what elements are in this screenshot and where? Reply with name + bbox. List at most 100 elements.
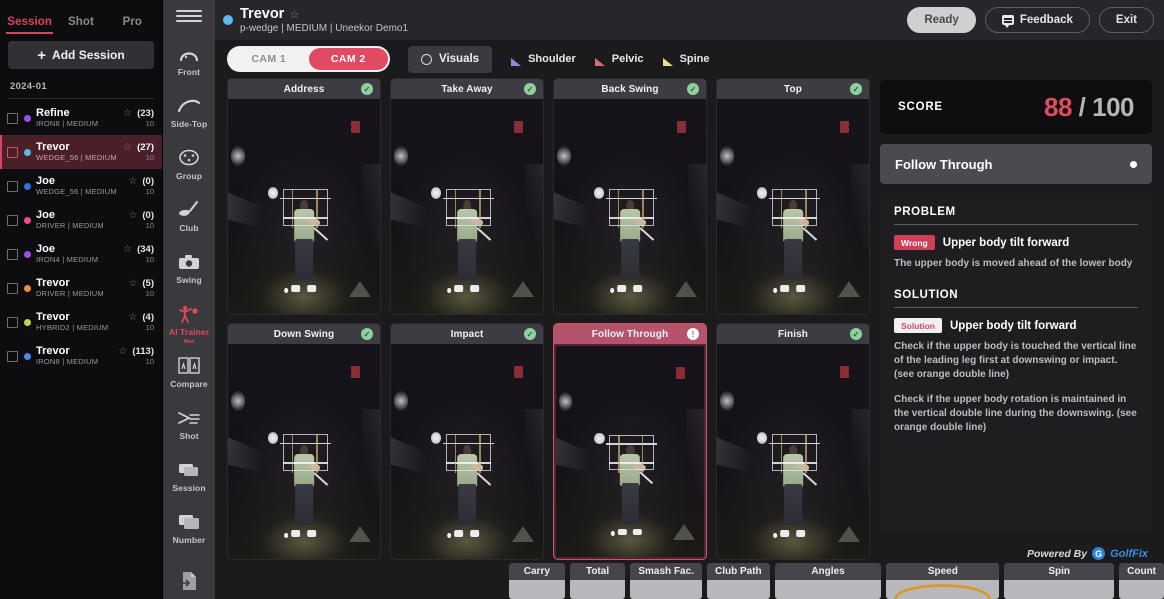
session-checkbox[interactable] <box>7 350 18 362</box>
session-checkbox[interactable] <box>7 146 18 158</box>
rail-item-side-top[interactable]: Side-Top <box>163 86 215 138</box>
rail-label-ai-trainer: AI Trainer <box>168 326 210 337</box>
session-list-item[interactable]: Trevor DRIVER | MEDIUM ☆ (5) 10 <box>0 271 162 305</box>
swing-frame[interactable]: Finish ✓ <box>716 323 870 560</box>
swing-frame-body[interactable] <box>717 99 869 314</box>
visuals-button[interactable]: Visuals <box>408 45 493 73</box>
swing-overlay-lines <box>228 99 380 314</box>
session-star-icon[interactable]: ☆ <box>123 244 132 255</box>
swing-video-scene <box>391 99 543 314</box>
camera-option-cam2[interactable]: CAM 2 <box>308 48 388 70</box>
session-club-info: IRON4 | MEDIUM <box>36 255 99 264</box>
swing-frame-body[interactable] <box>391 344 543 559</box>
rail-item-club[interactable]: Club <box>163 190 215 242</box>
session-checkbox[interactable] <box>7 248 18 260</box>
hamburger-menu-icon[interactable] <box>176 6 202 26</box>
stats-bar: Carry Total Smash Fac. Club Path Angles Speed… <box>215 560 1164 599</box>
session-star-icon[interactable]: ☆ <box>123 142 132 153</box>
session-list-item[interactable]: Trevor HYBRID2 | MEDIUM ☆ (4) 10 <box>0 305 162 339</box>
swing-frame-body[interactable] <box>717 344 869 559</box>
session-list-item[interactable]: Trevor WEDGE_56 | MEDIUM ☆ (27) 10 <box>0 135 162 169</box>
add-session-button[interactable]: + Add Session <box>8 41 154 69</box>
overlay-shoulder-line <box>768 442 821 445</box>
stat-column[interactable]: Speed <box>886 563 1000 599</box>
session-checkbox[interactable] <box>7 282 18 294</box>
rail-item-front[interactable]: Front <box>163 34 215 86</box>
session-meta: ☆ (5) 10 <box>128 278 154 298</box>
rail-item-group[interactable]: Group <box>163 138 215 190</box>
stat-column[interactable]: Count <box>1119 563 1164 599</box>
angle-toggle-shoulder[interactable]: Shoulder <box>510 53 576 66</box>
session-star-icon[interactable]: ☆ <box>128 210 137 221</box>
overlay-shoulder-line <box>279 197 332 200</box>
session-star-icon[interactable]: ☆ <box>123 108 132 119</box>
angle-toggle-pelvic[interactable]: Pelvic <box>594 53 644 66</box>
session-count: (0) <box>142 175 154 187</box>
rail-item-compare[interactable]: Compare <box>163 346 215 398</box>
rail-item-session[interactable]: Session <box>163 450 215 502</box>
session-checkbox[interactable] <box>7 112 18 124</box>
rail-item-ai-trainer[interactable]: AI Trainer New <box>163 294 215 346</box>
stat-column[interactable]: Smash Fac. <box>630 563 702 599</box>
feedback-button[interactable]: Feedback <box>984 7 1090 33</box>
stat-column-header: Total <box>569 563 626 580</box>
session-text: Trevor DRIVER | MEDIUM <box>36 278 128 298</box>
rail-label-compare: Compare <box>170 378 208 389</box>
stat-column[interactable]: Total <box>569 563 626 599</box>
favorite-star-icon[interactable]: ☆ <box>289 8 299 21</box>
tab-pro[interactable]: Pro <box>107 16 158 34</box>
angle-label-spine: Spine <box>679 53 710 65</box>
session-list-item[interactable]: Trevor IRON8 | MEDIUM ☆ (113) 10 <box>0 339 162 373</box>
rail-item-shot[interactable]: Shot <box>163 398 215 450</box>
session-meta: ☆ (23) 10 <box>123 108 154 128</box>
session-list-item[interactable]: Joe DRIVER | MEDIUM ☆ (0) 10 <box>0 203 162 237</box>
session-checkbox[interactable] <box>7 316 18 328</box>
camera-option-cam1[interactable]: CAM 1 <box>229 48 309 70</box>
swing-frame[interactable]: Address ✓ <box>227 78 381 315</box>
swing-frame-body[interactable] <box>554 99 706 314</box>
swing-frame-body[interactable] <box>228 99 380 314</box>
swing-frame[interactable]: Impact ✓ <box>390 323 544 560</box>
swing-frame[interactable]: Back Swing ✓ <box>553 78 707 315</box>
camera-toggle[interactable]: CAM 1 CAM 2 <box>227 46 390 72</box>
session-checkbox[interactable] <box>7 214 18 226</box>
exit-button[interactable]: Exit <box>1098 7 1154 33</box>
stat-column[interactable]: Carry <box>509 563 565 599</box>
swing-frame[interactable]: Follow Through! <box>553 323 707 560</box>
swing-frame[interactable]: Take Away ✓ <box>390 78 544 315</box>
brand-logo-icon: G <box>1092 547 1106 560</box>
session-count: (34) <box>137 243 154 255</box>
session-star-icon[interactable]: ☆ <box>128 312 137 323</box>
tab-shot[interactable]: Shot <box>55 16 106 34</box>
stat-column-header: Carry <box>509 563 565 580</box>
swing-frame[interactable]: Down Swing ✓ <box>227 323 381 560</box>
swing-frame-body[interactable] <box>556 346 704 557</box>
stat-column[interactable]: Spin <box>1004 563 1115 599</box>
phase-header-card[interactable]: Follow Through <box>880 144 1152 184</box>
session-star-icon[interactable]: ☆ <box>118 346 127 357</box>
tab-session[interactable]: Session <box>4 16 55 34</box>
stat-column[interactable]: Angles <box>774 563 882 599</box>
angle-toggle-spine[interactable]: Spine <box>662 53 710 66</box>
overlay-vertical-line-2 <box>479 434 481 473</box>
session-list-item[interactable]: Joe WEDGE_56 | MEDIUM ☆ (0) 10 <box>0 169 162 203</box>
ready-button[interactable]: Ready <box>907 7 976 33</box>
session-star-icon[interactable]: ☆ <box>128 176 137 187</box>
session-list-item[interactable]: Refine IRON8 | MEDIUM ☆ (23) 10 <box>0 101 162 135</box>
stat-column[interactable]: Club Path <box>706 563 770 599</box>
swing-frame[interactable]: Top ✓ <box>716 78 870 315</box>
overlay-pelvic-line <box>609 462 654 464</box>
session-star-icon[interactable]: ☆ <box>128 278 137 289</box>
swing-frame-body[interactable] <box>391 99 543 314</box>
export-file-button[interactable] <box>163 571 215 591</box>
session-text: Joe DRIVER | MEDIUM <box>36 210 128 230</box>
feedback-label: Feedback <box>1019 14 1073 26</box>
overlay-shoulder-line <box>768 197 821 200</box>
rail-item-number[interactable]: Number <box>163 502 215 554</box>
swing-frame-body[interactable] <box>228 344 380 559</box>
session-checkbox[interactable] <box>7 180 18 192</box>
rail-item-swing[interactable]: Swing <box>163 242 215 294</box>
session-list-item[interactable]: Joe IRON4 | MEDIUM ☆ (34) 10 <box>0 237 162 271</box>
swing-frame-header: Top ✓ <box>717 79 869 99</box>
